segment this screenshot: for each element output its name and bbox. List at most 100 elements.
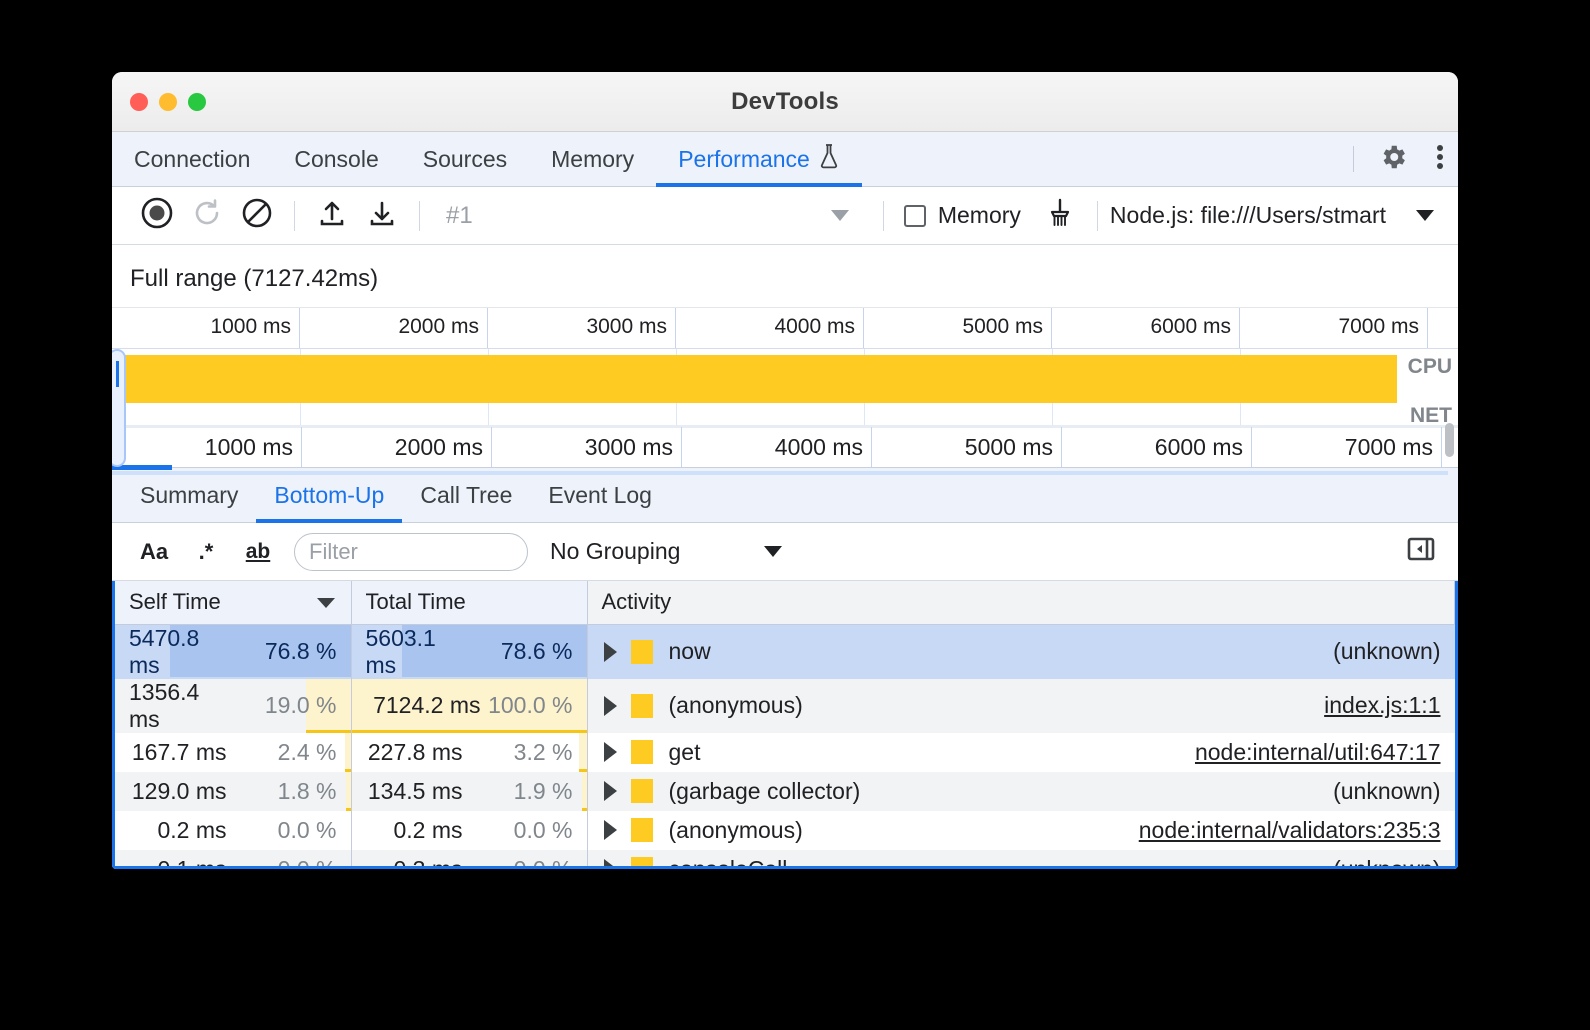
total-time-percent: 0.0 % (481, 817, 573, 844)
cell-activity: (anonymous) index.js:1:1 (587, 679, 1455, 733)
regex-icon: .* (199, 539, 214, 565)
tick-label: 3000 ms (586, 315, 667, 339)
overview-scrollbar[interactable] (1445, 423, 1454, 457)
overview-ruler-bottom: 1000 ms 2000 ms 3000 ms 4000 ms 5000 ms … (112, 427, 1458, 467)
grouping-dropdown-arrow[interactable] (764, 546, 782, 557)
overview-ruler-area[interactable]: 1000 ms 2000 ms 3000 ms 4000 ms 5000 ms … (112, 307, 1458, 467)
more-options-button[interactable] (1422, 132, 1458, 186)
tick-label: 5000 ms (962, 315, 1043, 339)
table-row[interactable]: 0.2 ms 0.0 % 0.2 ms 0.0 % (115, 811, 1455, 850)
match-case-icon: Aa (140, 539, 168, 565)
table-row[interactable]: 129.0 ms 1.8 % 134.5 ms 1.9 % (115, 772, 1455, 811)
activity-source: (unknown) (1333, 856, 1440, 870)
load-profile-button[interactable] (307, 196, 357, 236)
activity-source-link[interactable]: node:internal/util:647:17 (1195, 739, 1441, 766)
tab-label: Connection (134, 146, 250, 173)
target-selector-label[interactable]: Node.js: file:///Users/stmart (1110, 202, 1386, 229)
tab-label: Sources (423, 146, 507, 173)
tab-bottom-up[interactable]: Bottom-Up (256, 468, 402, 522)
gear-icon (1378, 142, 1408, 177)
sort-descending-icon (317, 598, 335, 608)
recording-history-dropdown[interactable] (831, 210, 849, 221)
memory-checkbox[interactable]: Memory (904, 202, 1021, 229)
tick-label: 7000 ms (1345, 434, 1433, 461)
collect-garbage-button[interactable] (1035, 196, 1085, 236)
overview-graph[interactable]: CPU NET (112, 348, 1458, 427)
total-time-percent: 100.0 % (481, 692, 573, 719)
recording-number[interactable]: #1 (446, 202, 831, 230)
column-header-activity[interactable]: Activity (587, 581, 1455, 624)
activity-source-link[interactable]: node:internal/validators:235:3 (1139, 817, 1441, 844)
cell-self-time: 0.2 ms 0.0 % (115, 811, 351, 850)
tab-event-log[interactable]: Event Log (530, 468, 670, 522)
broom-icon (1045, 197, 1075, 234)
sidebar-toggle-icon (1406, 534, 1436, 569)
whole-word-button[interactable]: ab (232, 532, 284, 572)
window-title-bar: DevTools (112, 72, 1458, 132)
save-profile-button[interactable] (357, 196, 407, 236)
sidebar-toggle-button[interactable] (1406, 534, 1436, 569)
whole-word-icon: ab (246, 540, 271, 564)
total-time-percent: 3.2 % (481, 739, 573, 766)
cell-activity: (anonymous) node:internal/validators:235… (587, 811, 1455, 850)
cell-activity: now (unknown) (587, 624, 1455, 679)
tab-call-tree[interactable]: Call Tree (402, 468, 530, 522)
toolbar-divider (1097, 201, 1098, 231)
total-time-percent: 1.9 % (481, 778, 573, 805)
record-icon (140, 196, 174, 235)
tab-console[interactable]: Console (272, 132, 400, 186)
flask-icon (818, 143, 840, 175)
table-body: 5470.8 ms 76.8 % 5603.1 ms 78.6 % (115, 624, 1455, 869)
tab-summary[interactable]: Summary (122, 468, 256, 522)
table-row[interactable]: 0.1 ms 0.0 % 0.3 ms 0.0 % (115, 850, 1455, 870)
tab-memory[interactable]: Memory (529, 132, 656, 186)
column-header-self-time[interactable]: Self Time (115, 581, 351, 624)
expand-triangle-icon[interactable] (604, 820, 617, 840)
self-time-value: 0.2 ms (157, 817, 226, 844)
target-selector-dropdown[interactable] (1416, 210, 1434, 221)
table-row[interactable]: 167.7 ms 2.4 % 227.8 ms 3.2 % (115, 733, 1455, 772)
tab-connection[interactable]: Connection (112, 132, 272, 186)
self-time-percent: 0.0 % (245, 856, 337, 870)
tabbar-spacer (862, 132, 1343, 186)
tab-performance[interactable]: Performance (656, 132, 862, 186)
cell-total-time: 0.3 ms 0.0 % (351, 850, 587, 870)
table-row[interactable]: 5470.8 ms 76.8 % 5603.1 ms 78.6 % (115, 624, 1455, 679)
checkbox-box (904, 205, 926, 227)
table-row[interactable]: 1356.4 ms 19.0 % 7124.2 ms 100.0 % (115, 679, 1455, 733)
filter-toolbar: Aa .* ab No Grouping (112, 523, 1458, 581)
total-time-percent: 0.0 % (481, 856, 573, 870)
window-title: DevTools (112, 88, 1458, 116)
filter-input[interactable] (294, 533, 528, 571)
regex-button[interactable]: .* (180, 532, 232, 572)
main-tab-bar: Connection Console Sources Memory Perfor… (112, 132, 1458, 187)
cell-self-time: 129.0 ms 1.8 % (115, 772, 351, 811)
tab-sources[interactable]: Sources (401, 132, 529, 186)
cell-total-time: 5603.1 ms 78.6 % (351, 624, 587, 679)
self-time-value: 1356.4 ms (129, 679, 227, 733)
color-swatch-icon (631, 779, 653, 803)
expand-triangle-icon[interactable] (604, 742, 617, 762)
match-case-button[interactable]: Aa (128, 532, 180, 572)
grouping-selector[interactable]: No Grouping (550, 538, 680, 565)
settings-button[interactable] (1364, 132, 1422, 186)
self-time-percent: 19.0 % (245, 692, 337, 719)
activity-source-link[interactable]: index.js:1:1 (1324, 692, 1440, 719)
activity-source: (unknown) (1333, 778, 1440, 805)
cell-total-time: 227.8 ms 3.2 % (351, 733, 587, 772)
clear-recording-button[interactable] (232, 196, 282, 236)
expand-triangle-icon[interactable] (604, 642, 617, 662)
expand-triangle-icon[interactable] (604, 781, 617, 801)
expand-triangle-icon[interactable] (604, 859, 617, 869)
record-button[interactable] (132, 196, 182, 236)
self-time-percent: 2.4 % (245, 739, 337, 766)
memory-label: Memory (938, 202, 1021, 229)
reload-and-record-button[interactable] (182, 196, 232, 236)
tick-label: 2000 ms (395, 434, 483, 461)
self-time-percent: 0.0 % (245, 817, 337, 844)
column-header-total-time[interactable]: Total Time (351, 581, 587, 624)
upload-icon (317, 198, 347, 233)
expand-triangle-icon[interactable] (604, 696, 617, 716)
overview-selection-handle-left[interactable] (112, 349, 126, 467)
chevron-down-icon (764, 546, 782, 557)
